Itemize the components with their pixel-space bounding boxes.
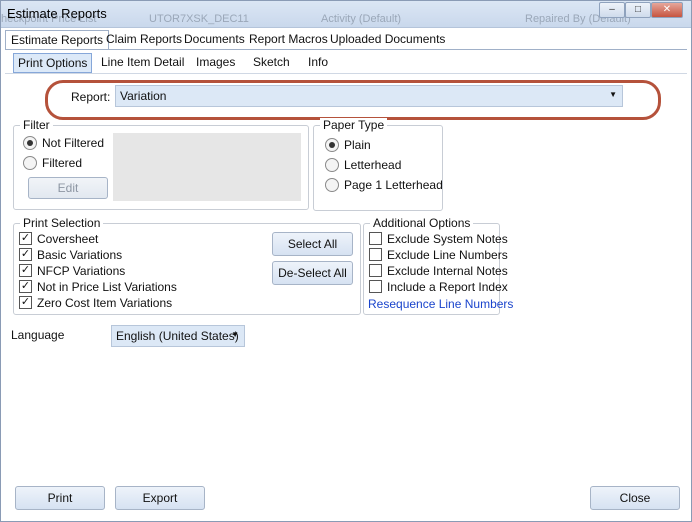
page1-letterhead-label: Page 1 Letterhead bbox=[344, 178, 443, 192]
tab-documents[interactable]: Documents bbox=[179, 30, 250, 49]
additional-options-title: Additional Options bbox=[370, 216, 474, 230]
minimize-icon: – bbox=[609, 4, 615, 15]
exclude-system-notes-label: Exclude System Notes bbox=[387, 232, 508, 246]
basic-variations-label: Basic Variations bbox=[37, 248, 123, 262]
language-dropdown[interactable]: English (United States) ▼ bbox=[111, 325, 245, 347]
radio-filtered[interactable] bbox=[23, 156, 37, 170]
checkbox-nfcp-variations[interactable]: ✓ bbox=[19, 264, 32, 277]
subtab-divider bbox=[5, 73, 687, 74]
checkbox-zero-cost[interactable]: ✓ bbox=[19, 296, 32, 309]
subtab-line-item-detail[interactable]: Line Item Detail bbox=[97, 53, 188, 71]
radio-letterhead[interactable] bbox=[325, 158, 339, 172]
maximize-icon: □ bbox=[634, 4, 642, 15]
estimate-reports-window: heckpoint Price List UTOR7XSK_DEC11 Acti… bbox=[0, 0, 692, 522]
subtab-sketch[interactable]: Sketch bbox=[249, 53, 294, 71]
plain-label: Plain bbox=[344, 138, 371, 152]
resequence-line-numbers-link[interactable]: Resequence Line Numbers bbox=[368, 297, 513, 311]
filter-preview-area bbox=[113, 133, 301, 201]
coversheet-label: Coversheet bbox=[37, 232, 99, 246]
subtab-print-options[interactable]: Print Options bbox=[13, 53, 93, 73]
minimize-button[interactable]: – bbox=[599, 2, 625, 18]
chevron-down-icon: ▼ bbox=[609, 90, 617, 99]
nfcp-variations-label: NFCP Variations bbox=[37, 264, 126, 278]
not-in-price-list-label: Not in Price List Variations bbox=[37, 280, 177, 294]
paper-type-title: Paper Type bbox=[320, 118, 388, 132]
tab-uploaded-documents[interactable]: Uploaded Documents bbox=[325, 30, 450, 49]
print-selection-title: Print Selection bbox=[20, 216, 104, 230]
exclude-internal-notes-label: Exclude Internal Notes bbox=[387, 264, 508, 278]
tab-estimate-reports[interactable]: Estimate Reports bbox=[5, 30, 110, 50]
ghost-text-activity: Activity (Default) bbox=[321, 13, 402, 25]
select-all-button[interactable]: Select All bbox=[272, 232, 353, 256]
radio-plain[interactable] bbox=[325, 138, 339, 152]
report-dropdown[interactable]: Variation ▼ bbox=[115, 85, 623, 107]
checkbox-include-report-index[interactable] bbox=[369, 280, 382, 293]
tab-divider bbox=[5, 49, 687, 50]
checkbox-exclude-system-notes[interactable] bbox=[369, 232, 382, 245]
deselect-all-button[interactable]: De-Select All bbox=[272, 261, 353, 285]
include-report-index-label: Include a Report Index bbox=[387, 280, 508, 294]
letterhead-label: Letterhead bbox=[344, 158, 402, 172]
tab-claim-reports[interactable]: Claim Reports bbox=[101, 30, 187, 49]
ghost-text-code: UTOR7XSK_DEC11 bbox=[149, 13, 249, 25]
report-dropdown-value: Variation bbox=[120, 89, 167, 103]
close-window-button[interactable]: ✕ bbox=[651, 2, 683, 18]
radio-not-filtered[interactable] bbox=[23, 136, 37, 150]
not-filtered-label: Not Filtered bbox=[42, 136, 105, 150]
checkbox-basic-variations[interactable]: ✓ bbox=[19, 248, 32, 261]
language-dropdown-value: English (United States) bbox=[116, 329, 239, 343]
chevron-down-icon: ▼ bbox=[231, 330, 239, 339]
subtab-images[interactable]: Images bbox=[192, 53, 239, 71]
close-icon: ✕ bbox=[662, 4, 672, 15]
checkbox-coversheet[interactable]: ✓ bbox=[19, 232, 32, 245]
checkbox-exclude-internal-notes[interactable] bbox=[369, 264, 382, 277]
window-title: Estimate Reports bbox=[7, 6, 107, 21]
edit-filter-button[interactable]: Edit bbox=[28, 177, 108, 199]
title-bar[interactable]: heckpoint Price List UTOR7XSK_DEC11 Acti… bbox=[1, 1, 691, 28]
checkbox-not-in-price-list[interactable]: ✓ bbox=[19, 280, 32, 293]
subtab-info[interactable]: Info bbox=[304, 53, 332, 71]
close-button[interactable]: Close bbox=[590, 486, 680, 510]
report-label: Report: bbox=[71, 90, 111, 104]
exclude-line-numbers-label: Exclude Line Numbers bbox=[387, 248, 508, 262]
tab-report-macros[interactable]: Report Macros bbox=[244, 30, 333, 49]
zero-cost-label: Zero Cost Item Variations bbox=[37, 296, 173, 310]
print-button[interactable]: Print bbox=[15, 486, 105, 510]
filter-title: Filter bbox=[20, 118, 53, 132]
language-label: Language bbox=[11, 328, 65, 342]
radio-page1-letterhead[interactable] bbox=[325, 178, 339, 192]
filtered-label: Filtered bbox=[42, 156, 83, 170]
checkbox-exclude-line-numbers[interactable] bbox=[369, 248, 382, 261]
export-button[interactable]: Export bbox=[115, 486, 205, 510]
maximize-button[interactable]: □ bbox=[625, 2, 651, 18]
